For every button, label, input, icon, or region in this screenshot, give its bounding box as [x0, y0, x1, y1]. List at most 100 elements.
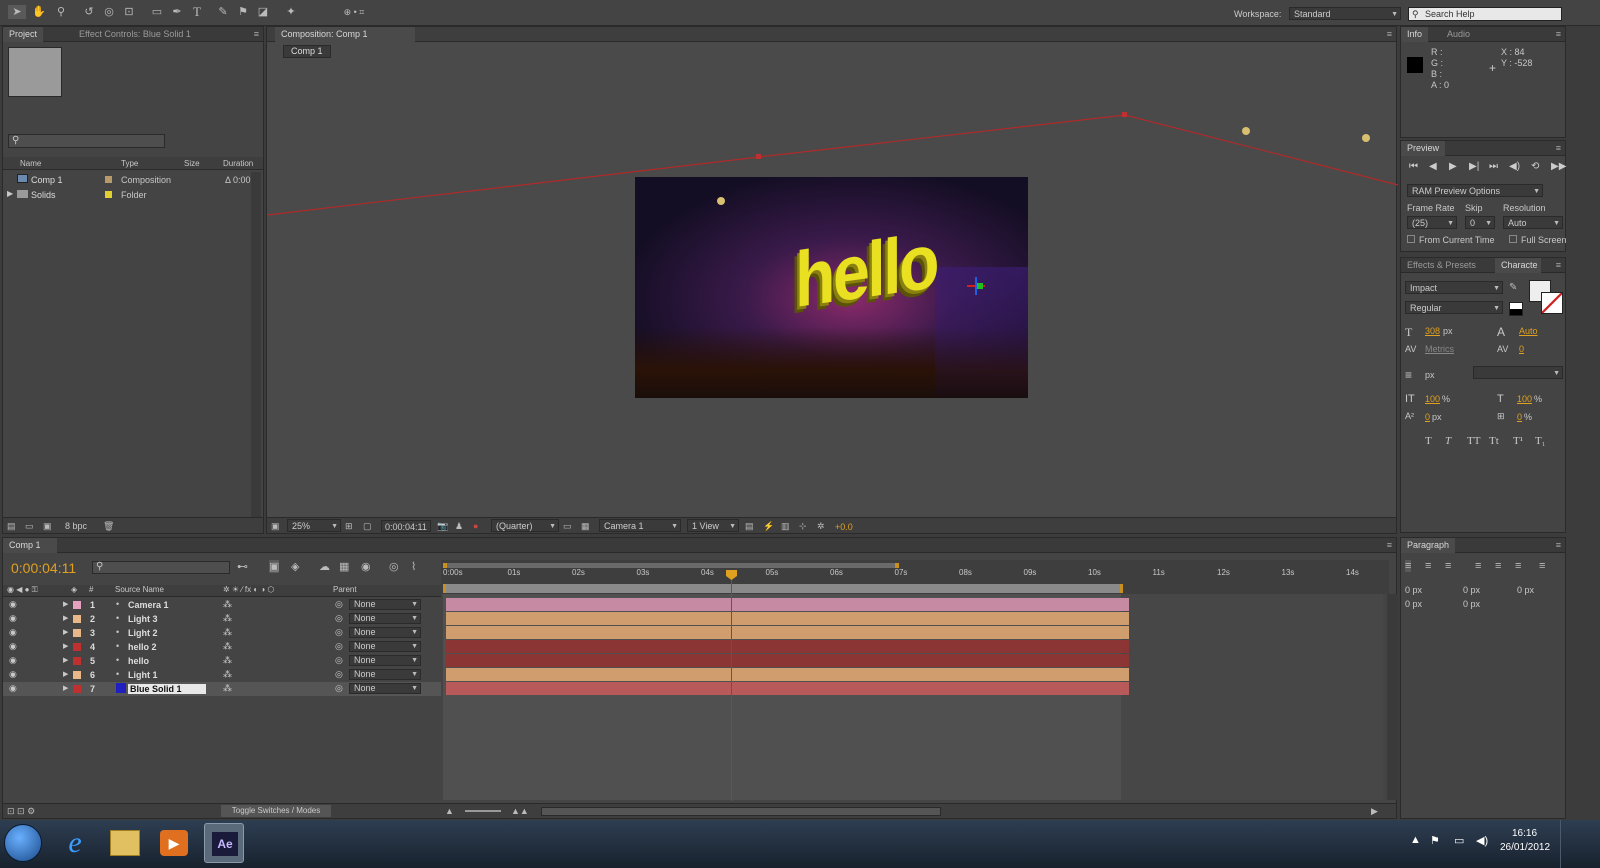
live-update-icon[interactable]: ▣: [269, 560, 280, 573]
brainstorm-icon[interactable]: ◎: [389, 560, 399, 573]
draft-3d-icon[interactable]: ◈: [291, 560, 299, 573]
first-frame-icon[interactable]: ⏮: [1409, 161, 1418, 172]
layer-duration-bar[interactable]: [446, 626, 1129, 639]
layer-duration-bar[interactable]: [446, 598, 1129, 611]
type-tool-icon[interactable]: T: [188, 5, 206, 19]
rectangle-tool-icon[interactable]: ▭: [148, 5, 166, 19]
panel-menu-icon[interactable]: ≡: [1556, 260, 1561, 270]
composition-viewer[interactable]: hello: [635, 177, 1028, 398]
loop-icon[interactable]: ⟲: [1531, 161, 1539, 172]
layer-duration-bar[interactable]: [446, 668, 1129, 681]
font-style-dropdown[interactable]: Regular: [1405, 301, 1503, 314]
resolution-dropdown[interactable]: Auto: [1503, 216, 1563, 229]
project-item-folder[interactable]: ▶ Solids Folder: [3, 187, 253, 202]
timeline-timecode[interactable]: 0:00:04:11: [11, 560, 76, 576]
ram-preview-options[interactable]: RAM Preview Options: [1407, 184, 1543, 197]
axis-mode-icon[interactable]: ⊕ • ⌗: [334, 5, 374, 19]
safe-margins-icon[interactable]: ⊞: [345, 519, 353, 533]
action-center-icon[interactable]: ⚑: [1430, 834, 1440, 847]
superscript-button[interactable]: T¹: [1513, 435, 1523, 447]
space-after-value[interactable]: 0 px: [1463, 599, 1480, 609]
pen-tool-icon[interactable]: ✒: [168, 5, 186, 19]
show-desktop-button[interactable]: [1560, 820, 1570, 868]
pan-behind-icon[interactable]: ⊡: [120, 5, 138, 19]
zoom-out-icon[interactable]: ▲: [445, 804, 454, 818]
hand-tool-icon[interactable]: ✋: [30, 5, 48, 19]
orbit-camera-icon[interactable]: ◎: [100, 5, 118, 19]
frame-blending-icon[interactable]: ▦: [339, 560, 349, 573]
col-duration[interactable]: Duration: [223, 159, 253, 168]
indent-first-value[interactable]: 0 px: [1517, 585, 1534, 595]
clone-stamp-icon[interactable]: ⚑: [234, 5, 252, 19]
align-left-icon[interactable]: ≡: [1405, 560, 1412, 572]
network-icon[interactable]: ▭: [1454, 834, 1464, 847]
align-right-icon[interactable]: ≡: [1445, 560, 1451, 572]
channel-icon[interactable]: ●: [473, 519, 478, 533]
prev-frame-icon[interactable]: ◀: [1429, 161, 1437, 172]
start-button[interactable]: [4, 824, 42, 862]
eraser-tool-icon[interactable]: ◪: [254, 5, 272, 19]
layer-duration-bar[interactable]: [446, 654, 1129, 667]
layer-duration-bar[interactable]: [446, 682, 1129, 695]
camera-dropdown[interactable]: Camera 1: [599, 519, 681, 532]
resolution-dropdown[interactable]: (Quarter): [491, 519, 559, 532]
stroke-style-dropdown[interactable]: [1473, 366, 1563, 379]
panel-menu-icon[interactable]: ≡: [254, 29, 259, 39]
bpc-label[interactable]: 8 bpc: [65, 521, 87, 531]
tab-paragraph[interactable]: Paragraph: [1401, 538, 1456, 553]
tab-effects-presets[interactable]: Effects & Presets: [1401, 258, 1482, 273]
justify-right-icon[interactable]: ≡: [1515, 560, 1521, 572]
black-white-swatch[interactable]: [1509, 302, 1523, 316]
col-source-name[interactable]: Source Name: [115, 585, 164, 594]
justify-left-icon[interactable]: ≡: [1475, 560, 1481, 572]
next-frame-icon[interactable]: ▶|: [1469, 161, 1479, 172]
faux-italic-button[interactable]: T: [1445, 435, 1451, 447]
new-folder-icon[interactable]: ▭: [25, 519, 34, 533]
project-search-input[interactable]: ⚲: [8, 134, 165, 148]
panel-menu-icon[interactable]: ≡: [1556, 540, 1561, 550]
small-caps-button[interactable]: Tt: [1489, 435, 1499, 447]
eyedropper-icon[interactable]: ✎: [1509, 281, 1517, 295]
views-dropdown[interactable]: 1 View: [687, 519, 739, 532]
workspace-dropdown[interactable]: Standard: [1289, 7, 1401, 20]
current-time-indicator[interactable]: [731, 571, 732, 801]
transparency-grid-icon[interactable]: ▦: [581, 519, 590, 533]
play-icon[interactable]: ▶: [1449, 161, 1457, 172]
search-help-field[interactable]: ⚲ Search Help: [1408, 7, 1562, 21]
expand-arrow-icon[interactable]: ▶: [7, 189, 13, 198]
indent-right-value[interactable]: 0 px: [1463, 585, 1480, 595]
interpret-footage-icon[interactable]: ▤: [7, 519, 16, 533]
mask-visibility-icon[interactable]: ▢: [363, 519, 372, 533]
tab-info[interactable]: Info: [1401, 27, 1429, 42]
comp-mini-flowchart-icon[interactable]: ⊷: [237, 560, 248, 573]
frame-rate-dropdown[interactable]: (25): [1407, 216, 1457, 229]
tab-timeline-comp[interactable]: Comp 1: [3, 538, 57, 553]
last-frame-icon[interactable]: ⏭: [1489, 161, 1498, 172]
timeline-vscroll[interactable]: [1387, 594, 1397, 800]
hide-shy-layers-icon[interactable]: ☁: [319, 560, 330, 573]
snapshot-icon[interactable]: 📷: [437, 519, 448, 533]
baseline-shift-value[interactable]: 0: [1425, 412, 1430, 422]
puppet-pin-icon[interactable]: ✦: [282, 5, 300, 19]
layer-switches-icon[interactable]: ⊡ ⊡ ⚙: [7, 804, 35, 818]
col-size[interactable]: Size: [184, 159, 200, 168]
full-screen-checkbox[interactable]: [1509, 235, 1517, 243]
project-scrollbar[interactable]: [251, 172, 261, 517]
fast-previews-icon[interactable]: ⚡: [763, 519, 774, 533]
all-caps-button[interactable]: TT: [1467, 435, 1480, 447]
skip-dropdown[interactable]: 0: [1465, 216, 1495, 229]
always-preview-icon[interactable]: ▣: [271, 519, 280, 533]
horizontal-scale-value[interactable]: 100: [1517, 394, 1532, 404]
zoom-tool-icon[interactable]: ⚲: [52, 5, 70, 19]
timeline-hscroll[interactable]: [541, 807, 941, 816]
from-current-checkbox[interactable]: [1407, 235, 1415, 243]
space-before-value[interactable]: 0 px: [1405, 599, 1422, 609]
ram-preview-icon[interactable]: ▶▶: [1551, 161, 1566, 172]
show-hidden-icons[interactable]: ▲: [1410, 834, 1421, 846]
align-center-icon[interactable]: ≡: [1425, 560, 1431, 572]
panel-menu-icon[interactable]: ≡: [1556, 29, 1561, 39]
leading-value[interactable]: Auto: [1519, 326, 1538, 336]
new-comp-icon[interactable]: ▣: [43, 519, 52, 533]
flowchart-icon[interactable]: ⊹: [799, 519, 807, 533]
show-snapshot-icon[interactable]: ♟: [455, 519, 463, 533]
